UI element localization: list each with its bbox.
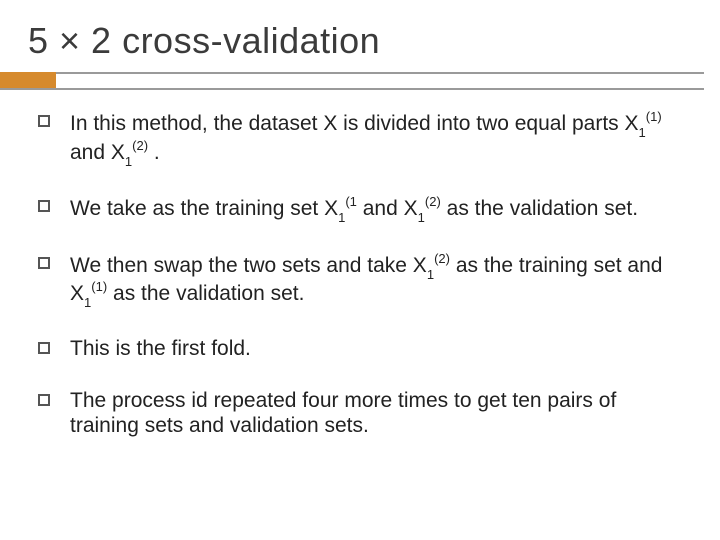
superscript: (1)	[91, 279, 107, 294]
text-run: and X	[357, 197, 418, 220]
bullet-item: In this method, the dataset X is divided…	[36, 110, 680, 167]
subscript: 1	[125, 154, 132, 169]
text-run: We then swap the two sets and take X	[70, 254, 427, 277]
text-run: The process id repeated four more times …	[70, 389, 616, 437]
text-run: as the validation set.	[107, 282, 304, 305]
accent-block	[0, 72, 56, 88]
text-run: .	[148, 141, 160, 164]
bullet-item: We take as the training set X1(1 and X1(…	[36, 195, 680, 224]
subscript: 1	[427, 267, 434, 282]
bullet-item: This is the first fold.	[36, 337, 680, 362]
slide: 5 × 2 cross-validation In this method, t…	[0, 0, 720, 540]
bullet-list: In this method, the dataset X is divided…	[36, 110, 680, 439]
superscript: (1	[345, 194, 357, 209]
rule-line-bottom	[0, 88, 704, 90]
subscript: 1	[418, 210, 425, 225]
text-run: We take as the training set X	[70, 197, 338, 220]
subscript: 1	[84, 295, 91, 310]
text-run: This is the first fold.	[70, 337, 251, 360]
text-run: as the validation set.	[441, 197, 638, 220]
superscript: (2)	[425, 194, 441, 209]
text-run: and X	[70, 141, 125, 164]
superscript: (1)	[646, 109, 662, 124]
slide-title: 5 × 2 cross-validation	[0, 0, 720, 72]
bullet-item: The process id repeated four more times …	[36, 389, 680, 439]
superscript: (2)	[434, 251, 450, 266]
bullet-item: We then swap the two sets and take X1(2)…	[36, 252, 680, 309]
text-run: In this method, the dataset X is divided…	[70, 112, 639, 135]
superscript: (2)	[132, 138, 148, 153]
subscript: 1	[639, 125, 646, 140]
rule-line-top	[0, 72, 704, 74]
title-rule	[0, 72, 720, 92]
slide-body: In this method, the dataset X is divided…	[0, 92, 720, 439]
subscript: 1	[338, 210, 345, 225]
